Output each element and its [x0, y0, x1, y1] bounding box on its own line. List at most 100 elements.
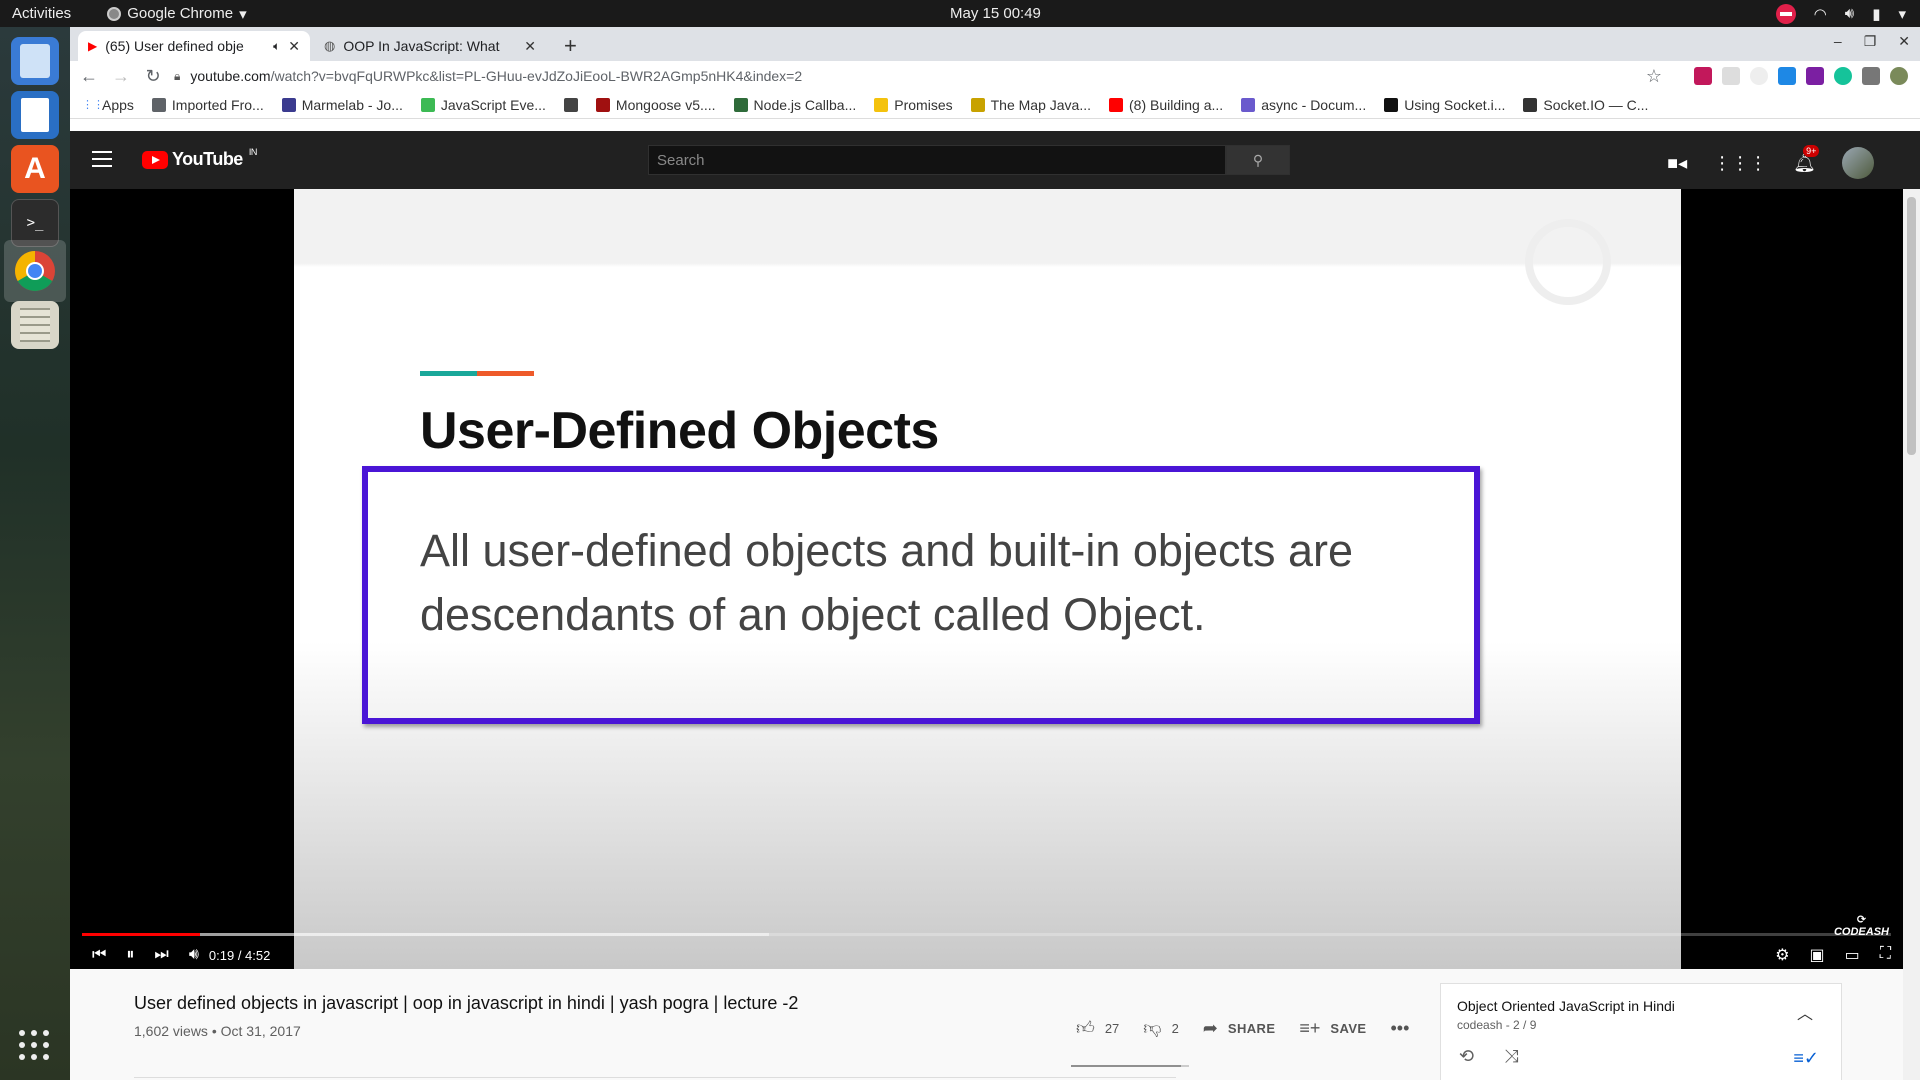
- bookmark-favicon-icon: [970, 97, 985, 112]
- bookmark-label: async - Docum...: [1261, 96, 1367, 113]
- like-ratio-bar: [1071, 1065, 1189, 1067]
- video-meta: 1,602 views • Oct 31, 2017: [134, 1023, 301, 1039]
- writer-icon[interactable]: [11, 91, 59, 139]
- bookmark-star-icon[interactable]: ☆: [1646, 66, 1662, 87]
- url-text[interactable]: youtube.com/watch?v=bvqFqURWPkc&list=PL-…: [190, 68, 802, 84]
- notifications-icon[interactable]: 🔔︎ 9+: [1793, 144, 1820, 174]
- miniplayer-icon[interactable]: ▣: [1810, 945, 1825, 965]
- chrome-icon: [107, 6, 122, 21]
- apps-grid-icon[interactable]: ⋮⋮⋮: [1713, 153, 1767, 174]
- dislike-count: 2: [1171, 1020, 1179, 1036]
- theater-mode-icon[interactable]: ▭: [1845, 945, 1860, 965]
- save-button[interactable]: ≡+ SAVE: [1299, 1018, 1366, 1039]
- minimize-icon[interactable]: –: [1834, 33, 1842, 50]
- bookmark-label: Mongoose v5....: [615, 96, 716, 113]
- search-button[interactable]: ⚲: [1226, 145, 1290, 175]
- notes-icon[interactable]: [11, 301, 59, 349]
- page-scrollbar[interactable]: [1903, 189, 1920, 1080]
- shuffle-icon[interactable]: ⤨: [1504, 1046, 1518, 1067]
- system-tray[interactable]: ◠ 🔊︎ ▮ ▾: [1775, 3, 1906, 24]
- clock[interactable]: May 15 00:49: [950, 5, 1041, 22]
- region-code: IN: [248, 146, 258, 157]
- thumbs-down-icon: 👎︎: [1143, 1018, 1162, 1038]
- bookmark-label: JavaScript Eve...: [440, 96, 546, 113]
- extension-icon[interactable]: [1778, 67, 1796, 85]
- bookmark-favicon-icon: [1241, 97, 1256, 112]
- activities-button[interactable]: Activities: [12, 5, 71, 22]
- bookmark-item[interactable]: async - Docum...: [1241, 97, 1366, 113]
- loop-icon[interactable]: ⟲: [1459, 1046, 1474, 1067]
- like-button[interactable]: 👍︎ 27: [1076, 1017, 1119, 1039]
- grammarly-icon[interactable]: [1834, 67, 1852, 85]
- app-menu[interactable]: Google Chrome ▾: [107, 5, 247, 23]
- more-actions-button[interactable]: •••: [1390, 1018, 1409, 1039]
- extension-icon[interactable]: [1694, 67, 1712, 85]
- video-player[interactable]: User-Defined Objects All user-defined ob…: [70, 189, 1903, 969]
- audio-playing-icon[interactable]: 🔈︎: [273, 39, 280, 54]
- restore-icon[interactable]: ❐: [1864, 33, 1877, 50]
- youtube-logo[interactable]: YouTube IN: [142, 146, 258, 170]
- back-icon[interactable]: ←: [76, 66, 102, 87]
- bookmark-favicon-icon: [874, 97, 889, 112]
- tab-youtube[interactable]: ▶ (65) User defined obje 🔈︎ ✕: [78, 31, 310, 61]
- bookmark-item[interactable]: (8) Building a...: [1109, 97, 1223, 113]
- pause-icon[interactable]: ⏸︎: [126, 946, 134, 964]
- bookmark-favicon-icon: [151, 97, 166, 112]
- chrome-icon[interactable]: [11, 247, 59, 295]
- search-input[interactable]: Search: [648, 145, 1226, 175]
- volume-icon[interactable]: 🔊︎: [189, 946, 199, 964]
- address-bar[interactable]: 🔒︎ youtube.com/watch?v=bvqFqURWPkc&list=…: [174, 63, 1674, 89]
- bookmark-item[interactable]: Promises: [874, 97, 953, 113]
- do-not-disturb-icon[interactable]: [1775, 3, 1796, 24]
- url-path: /watch?v=bvqFqURWPkc&list=PL-GHuu-evJdZo…: [270, 68, 803, 84]
- globe-icon: ◍: [324, 38, 336, 53]
- bookmark-item[interactable]: [563, 97, 578, 112]
- video-title: User defined objects in javascript | oop…: [134, 993, 799, 1013]
- bookmark-item[interactable]: Mongoose v5....: [595, 96, 716, 113]
- files-icon[interactable]: [11, 37, 59, 85]
- bookmark-favicon-icon: [420, 97, 435, 112]
- playlist-title[interactable]: Object Oriented JavaScript in Hindi: [1457, 998, 1675, 1014]
- collapse-chevron-icon[interactable]: ︿: [1797, 1000, 1813, 1024]
- bookmark-item[interactable]: Using Socket.i...: [1384, 97, 1505, 113]
- time-display: 0:19 / 4:52: [208, 947, 271, 963]
- bookmark-label: Using Socket.i...: [1404, 96, 1506, 113]
- bookmark-item[interactable]: ⋮⋮ Apps: [82, 97, 134, 113]
- reload-icon[interactable]: ↻: [140, 66, 166, 87]
- dislike-button[interactable]: 👎︎ 2: [1143, 1017, 1179, 1039]
- show-applications-icon[interactable]: [19, 1030, 51, 1062]
- slide-accent-bar: [420, 371, 534, 376]
- media-control-icon[interactable]: [1862, 67, 1880, 85]
- share-button[interactable]: ➦ SHARE: [1203, 1018, 1276, 1039]
- settings-gear-icon[interactable]: ⚙︎: [1775, 945, 1789, 965]
- close-tab-icon[interactable]: ✕: [288, 38, 300, 55]
- close-tab-icon[interactable]: ✕: [524, 38, 536, 55]
- forward-icon[interactable]: →: [108, 66, 134, 87]
- extension-icon[interactable]: [1806, 67, 1824, 85]
- bookmark-item[interactable]: JavaScript Eve...: [420, 96, 546, 113]
- profile-avatar[interactable]: [1890, 67, 1908, 85]
- scrollbar-thumb[interactable]: [1907, 197, 1916, 455]
- bookmark-item[interactable]: Marmelab - Jo...: [281, 97, 403, 113]
- bookmark-item[interactable]: The Map Java...: [970, 97, 1091, 113]
- extension-icon[interactable]: [1750, 67, 1768, 85]
- bookmark-favicon-icon: [1384, 97, 1399, 112]
- previous-icon[interactable]: ⏮︎: [92, 946, 106, 964]
- software-center-icon[interactable]: A: [11, 145, 59, 193]
- playlist-queue-icon[interactable]: ≡✓: [1793, 1048, 1819, 1069]
- bookmark-item[interactable]: Node.js Callba...: [733, 97, 856, 113]
- create-video-icon[interactable]: ■◂: [1667, 153, 1687, 174]
- extension-icon[interactable]: [1722, 67, 1740, 85]
- progress-bar[interactable]: [82, 933, 1891, 936]
- next-icon[interactable]: ⏭︎: [154, 946, 168, 964]
- menu-icon[interactable]: [92, 151, 112, 172]
- account-avatar[interactable]: [1842, 147, 1874, 179]
- lock-icon[interactable]: 🔒︎: [174, 69, 180, 84]
- close-window-icon[interactable]: ✕: [1898, 33, 1910, 50]
- bookmark-favicon-icon: [1109, 97, 1124, 112]
- new-tab-button[interactable]: +: [564, 33, 577, 59]
- fullscreen-icon[interactable]: ⛶: [1880, 945, 1891, 965]
- bookmark-item[interactable]: Socket.IO — C...: [1523, 97, 1648, 113]
- bookmark-item[interactable]: Imported Fro...: [151, 97, 264, 113]
- tab-oop-javascript[interactable]: ◍ OOP In JavaScript: What ✕: [314, 31, 546, 61]
